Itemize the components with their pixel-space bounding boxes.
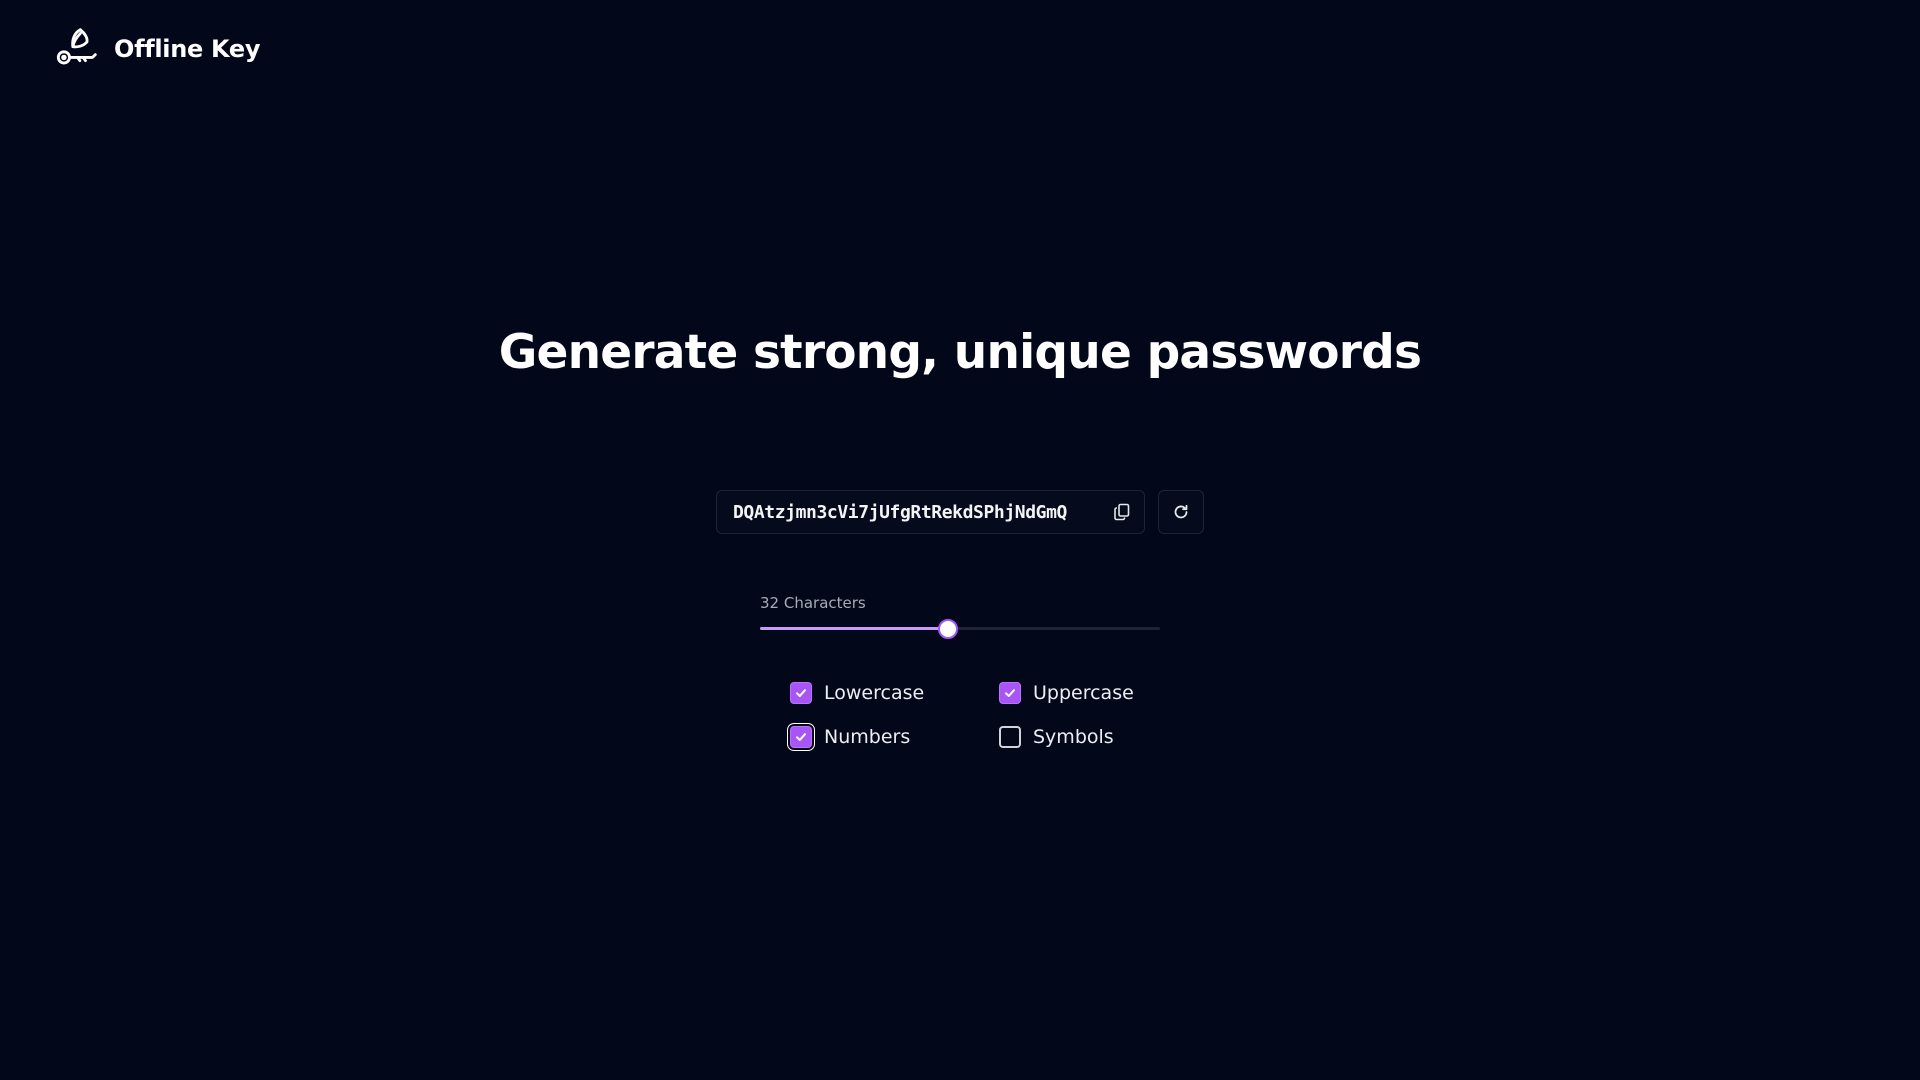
- character-options: Lowercase Uppercase Numbers Symbols: [790, 680, 1199, 749]
- check-icon: [1003, 686, 1017, 700]
- app-header: Offline Key: [55, 26, 261, 71]
- checkbox-symbols[interactable]: [999, 725, 1021, 748]
- checkbox-numbers[interactable]: [790, 725, 812, 748]
- length-slider[interactable]: [760, 619, 1160, 639]
- checkbox-lowercase[interactable]: [790, 681, 812, 704]
- option-uppercase[interactable]: Uppercase: [999, 680, 1199, 705]
- option-symbols[interactable]: Symbols: [999, 724, 1199, 749]
- slider-fill: [760, 627, 948, 630]
- regenerate-button[interactable]: [1158, 490, 1204, 534]
- page-title: Generate strong, unique passwords: [498, 325, 1422, 380]
- copy-button[interactable]: [1102, 492, 1142, 532]
- check-icon: [794, 686, 808, 700]
- option-lowercase[interactable]: Lowercase: [790, 680, 999, 705]
- copy-icon: [1114, 503, 1130, 521]
- option-label-lowercase: Lowercase: [824, 681, 925, 704]
- slider-thumb[interactable]: [938, 619, 958, 639]
- refresh-icon: [1174, 504, 1188, 519]
- option-label-symbols: Symbols: [1033, 725, 1114, 748]
- checkbox-uppercase[interactable]: [999, 681, 1021, 704]
- check-icon: [794, 730, 808, 744]
- length-label: 32 Characters: [760, 594, 866, 612]
- option-label-numbers: Numbers: [824, 725, 911, 748]
- password-display: DQAtzjmn3cVi7jUfgRtRekdSPhjNdGmQ: [716, 490, 1145, 534]
- option-numbers[interactable]: Numbers: [790, 724, 999, 749]
- password-text[interactable]: DQAtzjmn3cVi7jUfgRtRekdSPhjNdGmQ: [717, 502, 1102, 523]
- key-feather-icon: [56, 28, 97, 65]
- app-name: Offline Key: [114, 34, 261, 63]
- option-label-uppercase: Uppercase: [1033, 681, 1134, 704]
